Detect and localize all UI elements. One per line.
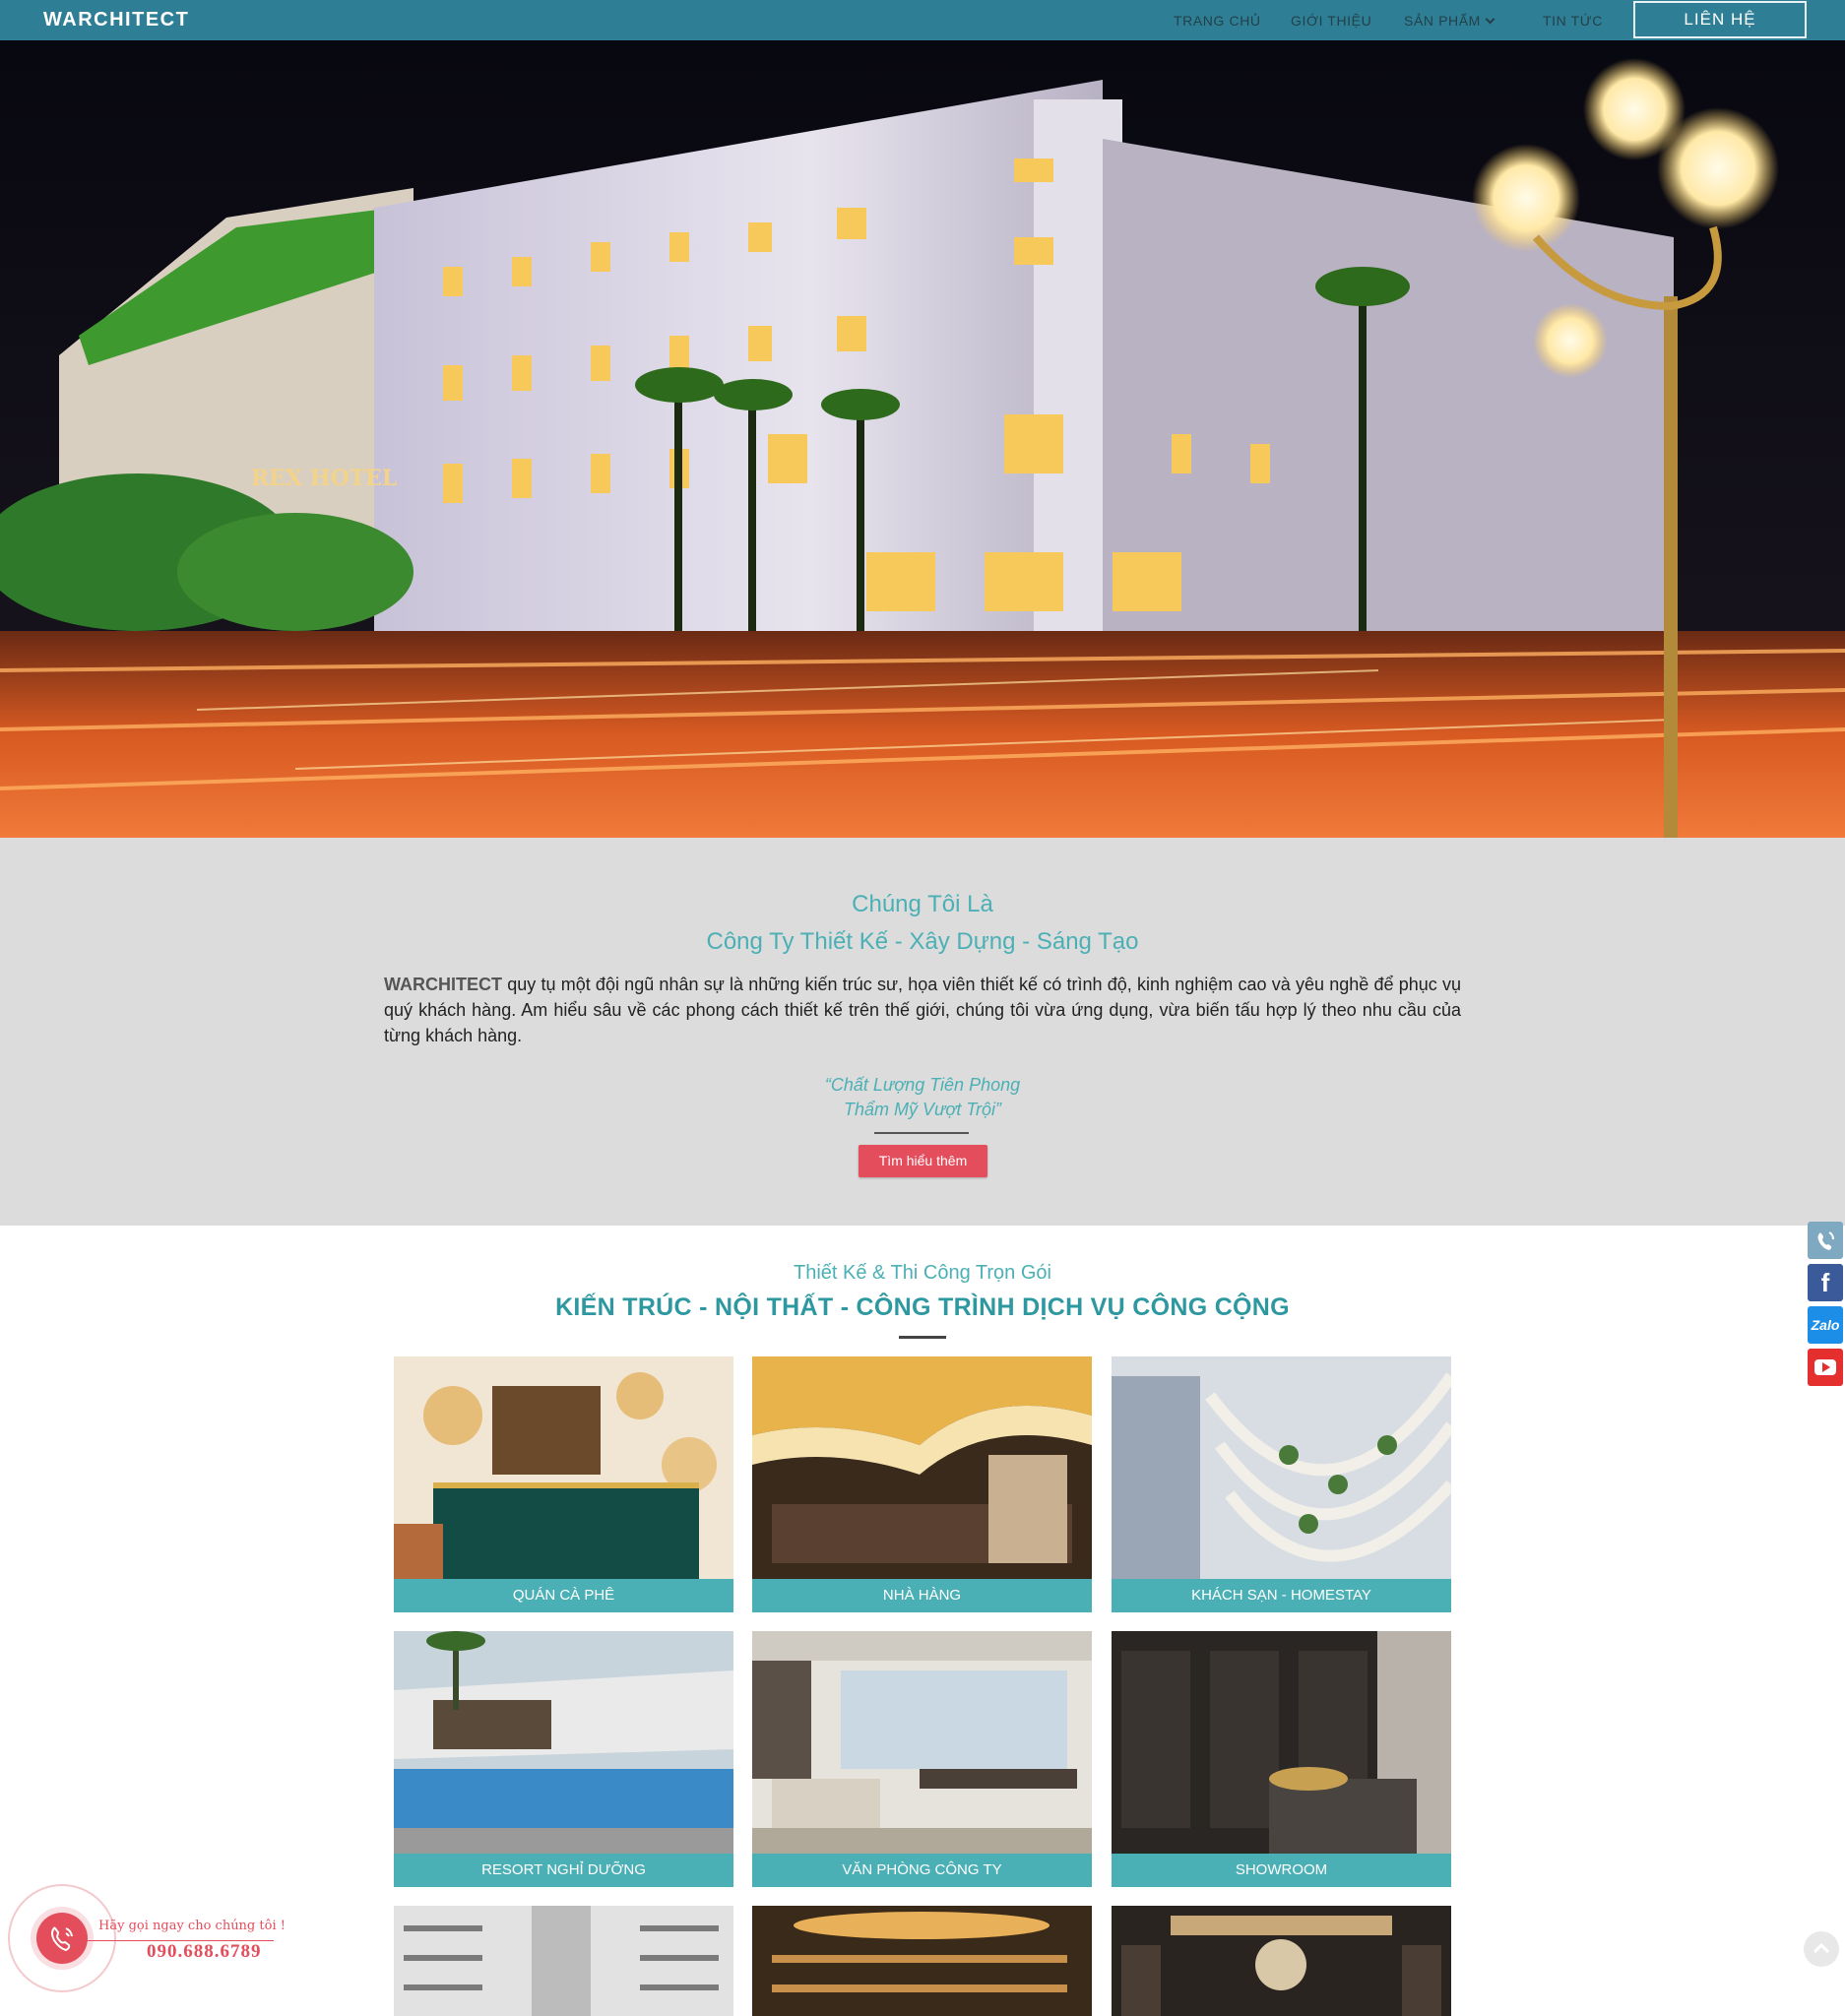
service-card-partial-2[interactable] bbox=[752, 1906, 1092, 2016]
services-title: KIẾN TRÚC - NỘI THẤT - CÔNG TRÌNH DỊCH V… bbox=[555, 1293, 1290, 1321]
facebook-icon[interactable]: f bbox=[1808, 1264, 1843, 1301]
phone-icon[interactable] bbox=[1808, 1222, 1843, 1259]
call-phone-number[interactable]: 090.688.6789 bbox=[147, 1941, 262, 1963]
quote-line1: “Chất Lượng Tiên Phong bbox=[824, 1075, 1021, 1095]
service-card-partial-3[interactable] bbox=[1112, 1906, 1451, 2016]
nav-item-news[interactable]: TIN TỨC bbox=[1543, 13, 1603, 29]
service-card-partial-1[interactable] bbox=[394, 1906, 733, 2016]
service-card-label: VĂN PHÒNG CÔNG TY bbox=[752, 1854, 1092, 1887]
top-navbar: WARCHITECT TRANG CHỦ GIỚI THIỆU SẢN PHẨM… bbox=[0, 0, 1845, 40]
service-card-resort[interactable]: RESORT NGHỈ DƯỠNG bbox=[394, 1631, 733, 1887]
about-section: Chúng Tôi Là Công Ty Thiết Kế - Xây Dựng… bbox=[0, 838, 1845, 1226]
zalo-icon[interactable]: Zalo bbox=[1808, 1306, 1843, 1344]
quote-line2: Thẩm Mỹ Vượt Trội” bbox=[844, 1100, 1001, 1119]
service-card-cafe[interactable]: QUÁN CÀ PHÊ bbox=[394, 1356, 733, 1612]
page: WARCHITECT TRANG CHỦ GIỚI THIỆU SẢN PHẨM… bbox=[0, 0, 1845, 2016]
service-card-label: SHOWROOM bbox=[1112, 1854, 1451, 1887]
call-widget[interactable]: Hãy gọi ngay cho chúng tôi ! 090.688.678… bbox=[8, 1884, 323, 1992]
contact-button[interactable]: LIÊN HỆ bbox=[1633, 1, 1807, 38]
back-to-top-button[interactable] bbox=[1804, 1931, 1839, 1967]
service-card-office[interactable]: VĂN PHÒNG CÔNG TY bbox=[752, 1631, 1092, 1887]
learn-more-button[interactable]: Tìm hiểu thêm bbox=[859, 1145, 987, 1177]
bar-image bbox=[752, 1906, 1092, 2016]
service-card-label: RESORT NGHỈ DƯỠNG bbox=[394, 1854, 733, 1887]
hotel-sign: REX HOTEL bbox=[251, 466, 397, 491]
nav-item-products[interactable]: SẢN PHẨM bbox=[1404, 13, 1495, 29]
store-image bbox=[394, 1906, 733, 2016]
service-card-label: NHÀ HÀNG bbox=[752, 1579, 1092, 1612]
nav-item-products-label: SẢN PHẨM bbox=[1404, 13, 1481, 29]
service-card-label: QUÁN CÀ PHÊ bbox=[394, 1579, 733, 1612]
office-image bbox=[752, 1631, 1092, 1854]
site-logo[interactable]: WARCHITECT bbox=[43, 9, 189, 32]
call-prompt: Hãy gọi ngay cho chúng tôi ! bbox=[98, 1919, 286, 1933]
chevron-down-icon bbox=[1485, 14, 1495, 25]
service-card-hotel[interactable]: KHÁCH SẠN - HOMESTAY bbox=[1112, 1356, 1451, 1612]
about-heading-line1: Chúng Tôi Là bbox=[852, 891, 993, 917]
about-heading-line2: Công Ty Thiết Kế - Xây Dựng - Sáng Tạo bbox=[706, 928, 1139, 955]
cafe-image bbox=[394, 1356, 733, 1579]
about-paragraph: WARCHITECT quy tụ một đội ngũ nhân sự là… bbox=[384, 972, 1461, 1048]
hotel-image bbox=[1112, 1356, 1451, 1579]
service-card-restaurant[interactable]: NHÀ HÀNG bbox=[752, 1356, 1092, 1612]
service-card-showroom[interactable]: SHOWROOM bbox=[1112, 1631, 1451, 1887]
phone-call-icon[interactable] bbox=[36, 1913, 88, 1964]
nav-item-home[interactable]: TRANG CHỦ bbox=[1174, 13, 1261, 29]
youtube-icon[interactable] bbox=[1808, 1349, 1843, 1386]
showroom-image bbox=[1112, 1631, 1451, 1854]
restaurant-image bbox=[752, 1356, 1092, 1579]
hero-image: REX HOTEL bbox=[0, 40, 1845, 838]
divider bbox=[874, 1132, 969, 1134]
lounge-image bbox=[1112, 1906, 1451, 2016]
service-card-label: KHÁCH SẠN - HOMESTAY bbox=[1112, 1579, 1451, 1612]
resort-image bbox=[394, 1631, 733, 1854]
nav-item-about[interactable]: GIỚI THIỆU bbox=[1291, 13, 1371, 29]
about-brand: WARCHITECT bbox=[384, 975, 502, 994]
services-subtitle: Thiết Kế & Thi Công Trọn Gói bbox=[794, 1262, 1051, 1284]
about-body: quy tụ một đội ngũ nhân sự là những kiến… bbox=[384, 975, 1461, 1045]
chevron-up-icon bbox=[1813, 1942, 1830, 1954]
divider bbox=[899, 1336, 946, 1339]
hero-banner: REX HOTEL bbox=[0, 40, 1845, 838]
